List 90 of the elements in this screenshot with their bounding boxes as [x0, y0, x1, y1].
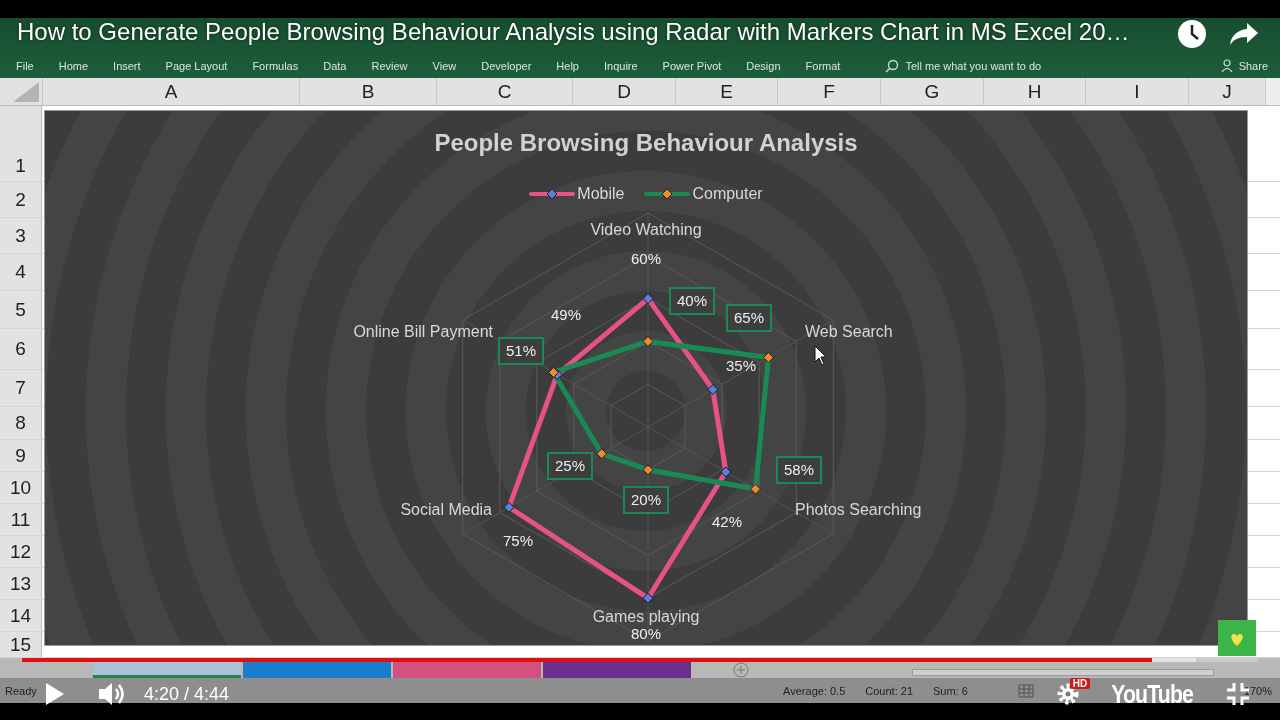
column-header[interactable]: D: [572, 78, 675, 105]
status-text: Ready: [5, 684, 37, 697]
status-average: Average: 0.5: [783, 684, 846, 697]
share-arrow-icon[interactable]: [1229, 22, 1259, 46]
legend-key-icon: [529, 188, 576, 200]
data-label: 60%: [631, 250, 661, 267]
data-marker: [503, 501, 515, 513]
row-header[interactable]: 3: [15, 224, 26, 247]
ribbon-tab[interactable]: Design: [746, 60, 781, 72]
hd-badge: HD: [1069, 678, 1091, 689]
row-header[interactable]: 1: [15, 155, 26, 177]
column-header[interactable]: B: [299, 78, 436, 105]
data-marker: [596, 448, 608, 460]
column-header[interactable]: C: [436, 78, 572, 105]
legend-label: Mobile: [577, 185, 625, 203]
axis-label: Online Bill Payment: [353, 323, 493, 340]
tell-me-search[interactable]: Tell me what you want to do: [885, 59, 1042, 73]
column-header[interactable]: I: [1085, 78, 1188, 105]
horizontal-scrollbar[interactable]: [912, 669, 1214, 676]
column-header[interactable]: F: [777, 78, 880, 105]
zoom-level[interactable]: 170%: [1243, 684, 1272, 697]
data-label: 65%: [726, 304, 772, 332]
data-marker: [642, 592, 654, 604]
chart-area[interactable]: People Browsing Behaviour Analysis Mobile Computer Video Watching 60% 40% 49% 65% Online Bill Payment Web Search 51% 35% 25% 58% Social Media 20% 42% Photos Searching 75% Games playing 80%: [44, 110, 1248, 646]
data-label: 58%: [776, 456, 822, 484]
data-label: 42%: [712, 513, 742, 530]
axis-label: Games playing: [592, 608, 700, 625]
status-count: Count: 21: [865, 684, 913, 697]
data-label: 35%: [726, 357, 756, 374]
clock-icon[interactable]: [1177, 19, 1207, 49]
ribbon-tab[interactable]: Review: [371, 60, 408, 72]
data-label: 80%: [631, 625, 661, 642]
data-marker: [720, 466, 732, 478]
data-marker: [548, 366, 559, 378]
cursor-icon: [813, 345, 829, 367]
chart-title: People Browsing Behaviour Analysis: [433, 129, 859, 157]
data-label: 25%: [547, 452, 593, 480]
ribbon-tab[interactable]: Insert: [113, 60, 141, 72]
axis-label: Photos Searching: [795, 501, 922, 518]
ribbon-tab[interactable]: Data: [323, 60, 347, 72]
ribbon-tab[interactable]: View: [432, 60, 457, 72]
legend-key-icon: [644, 188, 691, 200]
data-marker: [762, 351, 774, 363]
column-header[interactable]: G: [880, 78, 983, 105]
row-header[interactable]: 7: [15, 377, 26, 399]
axis-label: Video Watching: [590, 221, 702, 238]
row-header[interactable]: 4: [15, 261, 26, 283]
ribbon-tab[interactable]: Developer: [481, 60, 532, 72]
row-header[interactable]: 2: [15, 188, 26, 211]
vertical-scrollbar[interactable]: [1265, 78, 1280, 105]
ribbon-tab[interactable]: Help: [556, 60, 579, 72]
video-title[interactable]: How to Generate People Browsing Behaviour Analysis using Radar with Markers Chart in MS Excel 20…: [17, 18, 1130, 46]
grid-view-icon[interactable]: [1017, 683, 1034, 698]
data-marker: [642, 293, 654, 305]
heart-logo-icon: [1218, 620, 1256, 656]
data-marker: [750, 483, 761, 495]
data-marker: [707, 384, 719, 396]
data-label: 75%: [503, 532, 533, 549]
data-label: 40%: [669, 287, 715, 315]
axis-label: Social Media: [400, 501, 492, 518]
column-header[interactable]: E: [675, 78, 777, 105]
data-marker: [642, 464, 654, 476]
data-label: 49%: [551, 306, 581, 323]
ribbon-tab[interactable]: Home: [58, 60, 89, 72]
ribbon-tab[interactable]: Formulas: [252, 60, 299, 72]
status-sum: Sum: 6: [933, 684, 968, 697]
row-header[interactable]: 8: [15, 412, 26, 434]
column-header[interactable]: H: [983, 78, 1085, 105]
data-label: 51%: [498, 337, 544, 365]
time-display: 4:20 / 4:44: [144, 683, 230, 705]
person-icon: [1220, 59, 1235, 73]
settings-button[interactable]: HD: [1055, 681, 1090, 707]
column-header[interactable]: A: [42, 78, 299, 105]
data-marker: [642, 335, 654, 347]
axis-label: Web Search: [805, 323, 893, 340]
ribbon-tab[interactable]: File: [16, 60, 34, 72]
ribbon-tab[interactable]: Page Layout: [165, 60, 228, 72]
volume-icon[interactable]: [98, 681, 126, 707]
ribbon-tab[interactable]: Power Pivot: [662, 60, 722, 72]
row-header[interactable]: 9: [15, 444, 26, 467]
legend-label: Computer: [692, 185, 763, 203]
row-header[interactable]: 5: [15, 298, 26, 321]
share-button[interactable]: Share: [1220, 59, 1268, 73]
ribbon-tab[interactable]: Inquire: [603, 60, 638, 72]
play-icon[interactable]: [45, 682, 65, 706]
row-header[interactable]: 6: [15, 338, 26, 360]
search-icon: [885, 59, 900, 73]
ribbon-tab[interactable]: Format: [805, 60, 841, 72]
add-sheet-icon[interactable]: [733, 661, 749, 678]
data-label: 20%: [623, 486, 669, 514]
